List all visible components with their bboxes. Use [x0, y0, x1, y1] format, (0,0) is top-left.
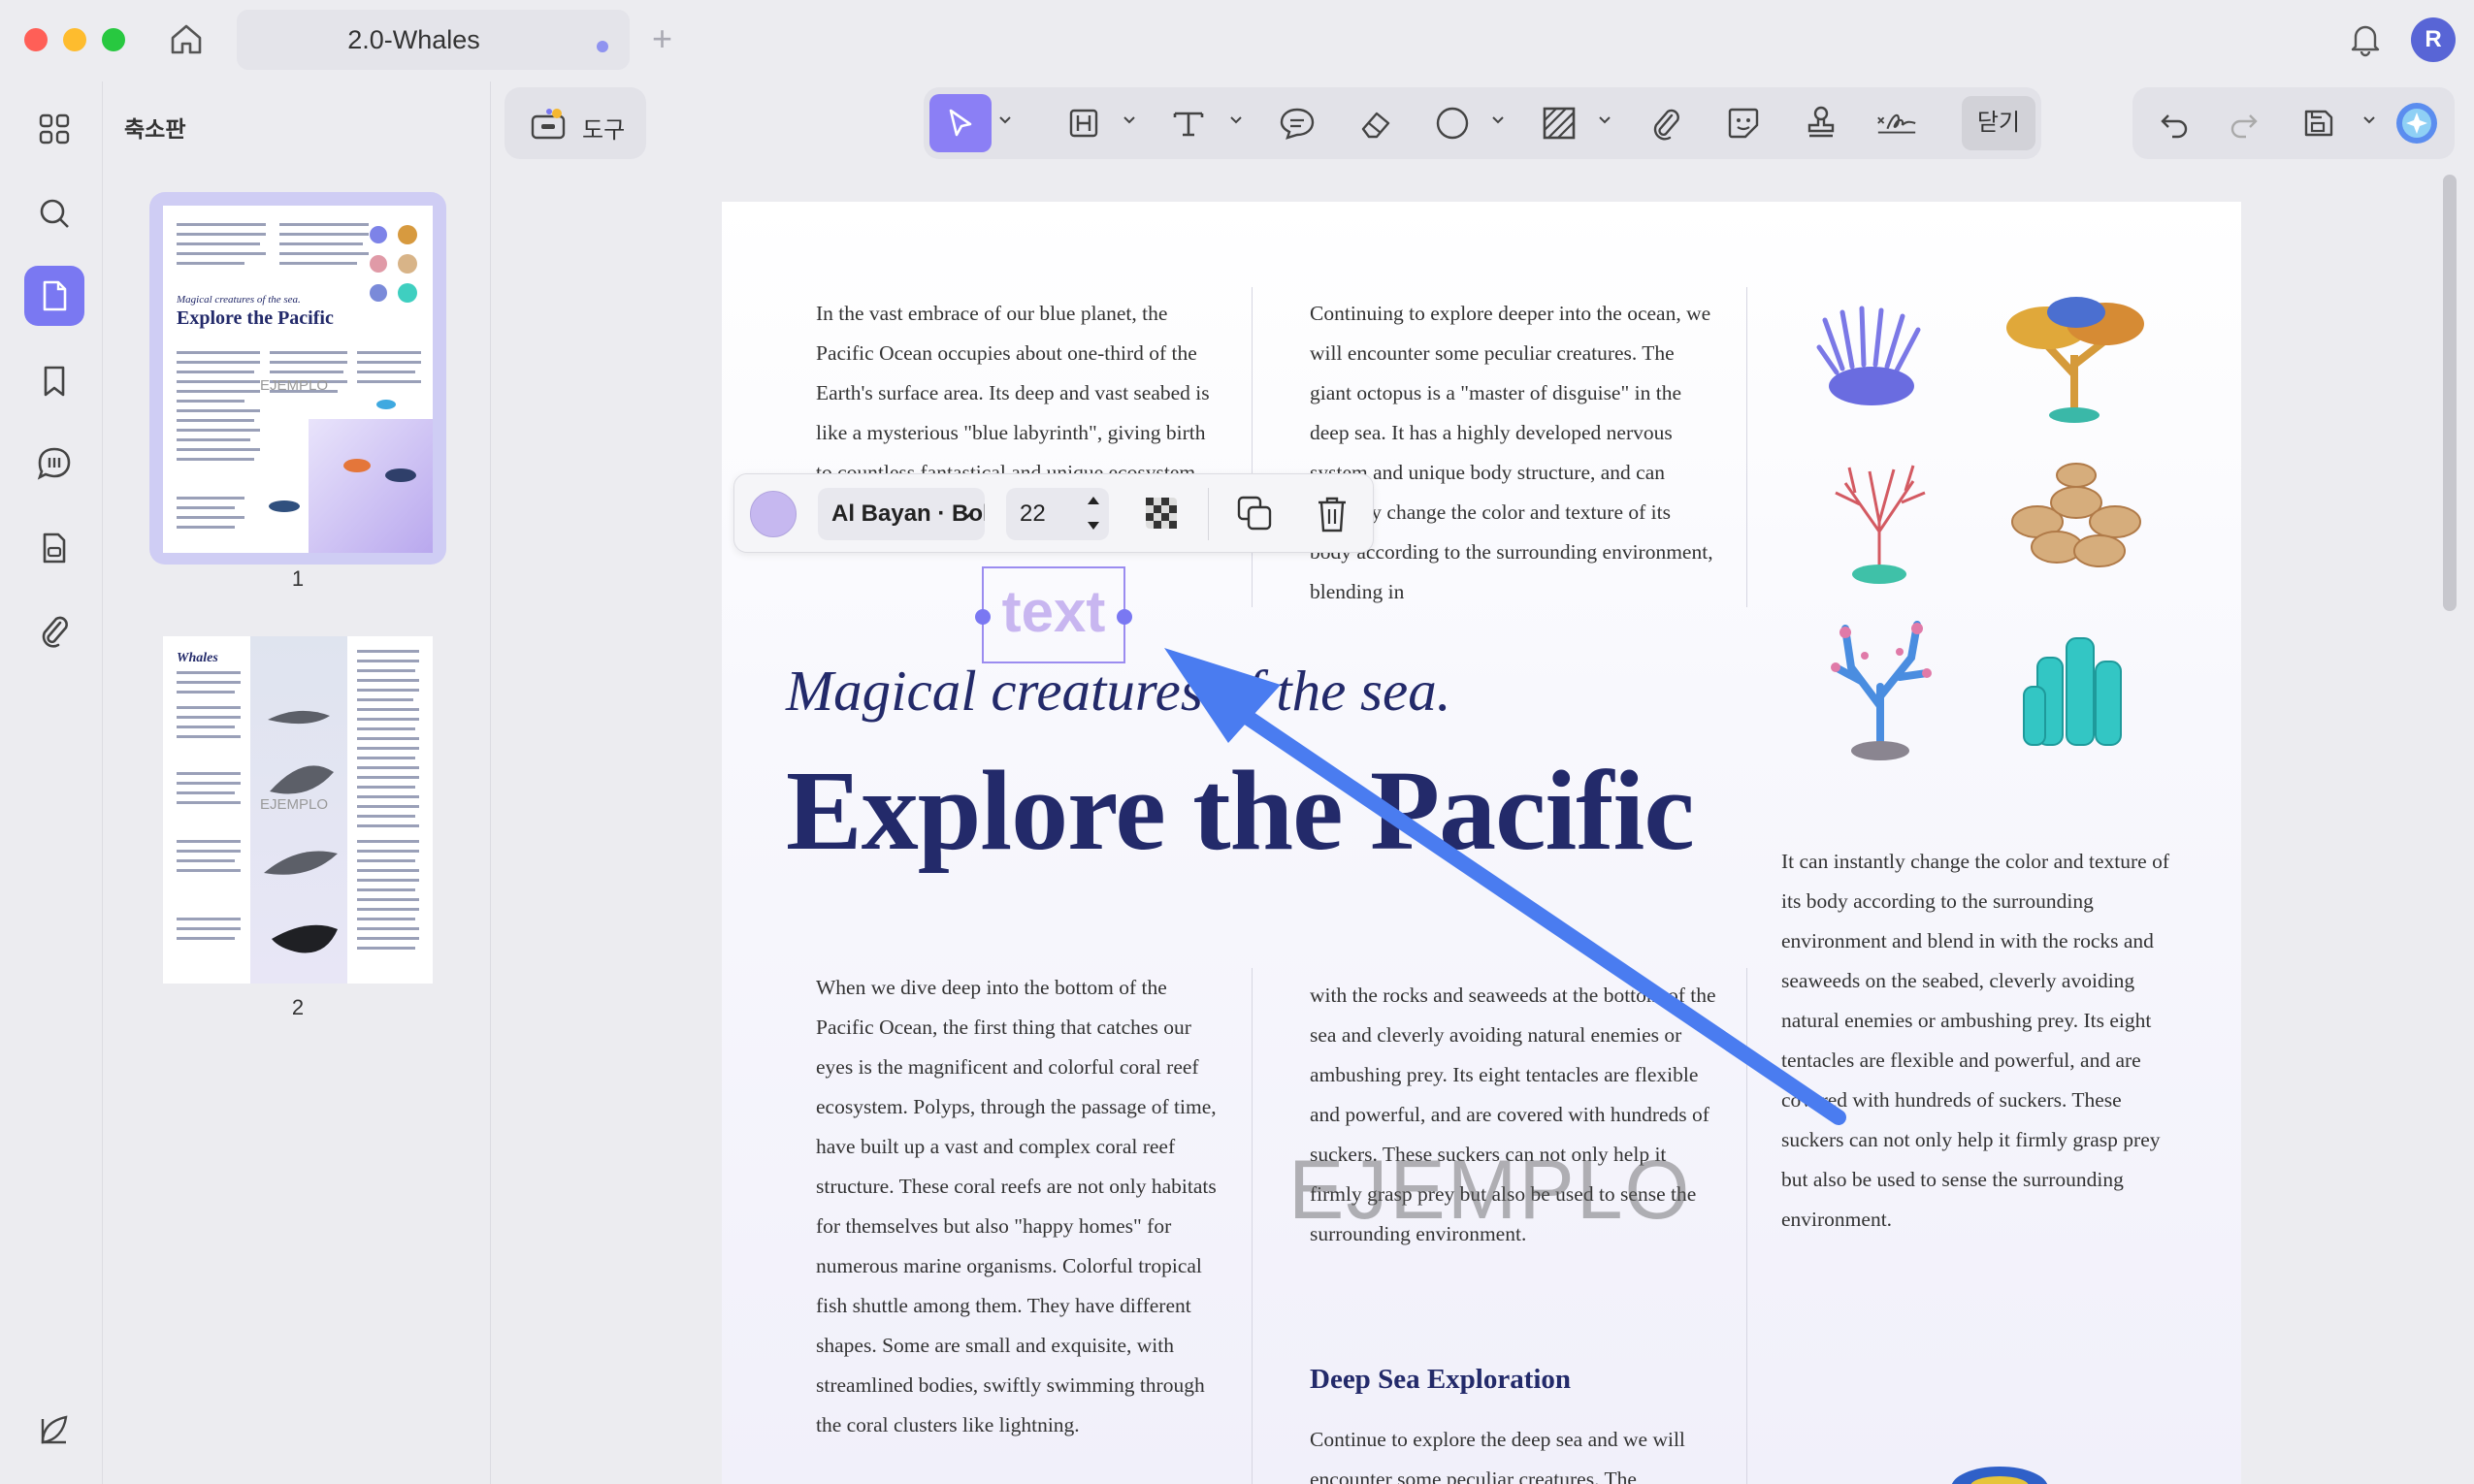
blue-pink-coral-image — [1831, 621, 1932, 760]
close-button[interactable]: 닫기 — [1962, 96, 2035, 150]
thumb1-watermark: EJEMPLO — [260, 377, 328, 394]
sticker-icon[interactable] — [1721, 101, 1766, 145]
column-divider — [1252, 968, 1253, 1484]
annotation-toolbar: 닫기 — [924, 87, 2041, 159]
signature-icon[interactable] — [1874, 101, 1919, 145]
history-toolbar — [2132, 87, 2455, 159]
pages-icon[interactable] — [24, 266, 84, 326]
chevron-down-icon[interactable] — [1490, 114, 1506, 126]
text-edit-toolbar: Al Bayan · Bold 22 — [733, 473, 1374, 553]
save-icon[interactable] — [2295, 101, 2340, 145]
pdf-page: In the vast embrace of our blue planet, … — [722, 202, 2241, 1484]
tools-label: 도구 — [582, 117, 626, 144]
stamp-icon[interactable] — [1799, 101, 1843, 145]
purple-anemone-image — [1816, 306, 1921, 405]
chevron-down-icon[interactable] — [1228, 114, 1244, 126]
toolbox-icon — [530, 107, 569, 142]
bell-icon[interactable] — [2346, 19, 2385, 58]
watermark: EJEMPLO — [1288, 1144, 1692, 1237]
window-minimize-button[interactable] — [63, 28, 86, 51]
column-divider — [1746, 968, 1747, 1484]
mushroom-coral-image — [2011, 463, 2141, 567]
column-3-text: It can instantly change the color and te… — [1781, 850, 2169, 1231]
left-rail — [0, 81, 103, 1484]
comment-icon[interactable] — [1275, 101, 1319, 145]
orange-tree-coral-image — [2006, 297, 2144, 423]
tab-title: 2.0-Whales — [347, 25, 480, 54]
window-close-button[interactable] — [24, 28, 48, 51]
page-number-1: 1 — [291, 566, 305, 591]
apps-icon[interactable] — [24, 99, 84, 159]
theme-icon[interactable] — [24, 1401, 84, 1461]
document-tab[interactable]: 2.0-Whales — [237, 10, 630, 70]
resize-handle-right[interactable] — [1117, 609, 1132, 625]
select-tool-button[interactable] — [929, 94, 992, 152]
teal-tube-coral-image — [2023, 637, 2122, 746]
resize-handle-left[interactable] — [975, 609, 991, 625]
stepper-down-icon[interactable] — [1086, 519, 1101, 532]
text-color-picker[interactable] — [750, 491, 797, 537]
paperclip-icon[interactable] — [1644, 101, 1688, 145]
unsaved-dot — [597, 41, 608, 52]
page-headline: Explore the Pacific — [786, 747, 1695, 874]
duplicate-icon[interactable] — [1235, 494, 1274, 532]
stepper-up-icon[interactable] — [1086, 494, 1101, 507]
selected-text-content: text — [1001, 579, 1106, 644]
title-bar: 2.0-Whales + R — [0, 0, 2474, 81]
section-heading: Deep Sea Exploration — [1310, 1364, 1572, 1395]
highlight-tool-button[interactable] — [1061, 101, 1106, 145]
home-icon[interactable] — [167, 19, 206, 58]
column-1-bottom-text: When we dive deep into the bottom of the… — [816, 976, 1217, 1436]
bookmark-icon[interactable] — [24, 351, 84, 411]
page-thumbnail-2[interactable]: Whales EJEMPLO — [163, 636, 433, 984]
window-maximize-button[interactable] — [102, 28, 125, 51]
undo-icon[interactable] — [2152, 101, 2197, 145]
shape-tool-button[interactable] — [1430, 101, 1475, 145]
thumb2-watermark: EJEMPLO — [260, 796, 328, 813]
chevron-down-icon[interactable] — [997, 114, 1013, 126]
chevron-down-icon[interactable] — [1122, 114, 1137, 126]
ai-assistant-icon[interactable] — [2394, 101, 2439, 145]
redo-icon[interactable] — [2222, 101, 2266, 145]
transparency-icon[interactable] — [1144, 496, 1179, 531]
toolbar-divider — [1208, 488, 1209, 540]
font-size-value: 22 — [1020, 500, 1046, 527]
page-subtitle: Magical creatures of the sea. — [786, 659, 1451, 723]
page-tools-icon[interactable] — [24, 518, 84, 578]
tools-button[interactable]: 도구 — [505, 87, 646, 159]
selected-text-box[interactable]: text — [975, 566, 1132, 663]
eraser-icon[interactable] — [1352, 101, 1397, 145]
column-divider — [1252, 287, 1253, 607]
panel-title: 축소판 — [124, 116, 186, 142]
column-divider — [1746, 287, 1747, 607]
new-tab-button[interactable]: + — [652, 21, 672, 56]
red-fan-coral-image — [1835, 465, 1926, 584]
page-thumbnail-1[interactable]: Magical creatures of the sea. Explore th… — [163, 206, 433, 553]
thumb1-subtitle: Magical creatures of the sea. — [176, 294, 301, 306]
thumb1-title: Explore the Pacific — [177, 307, 334, 329]
avatar[interactable]: R — [2411, 17, 2456, 62]
deep-section-text: Continue to explore the deep sea and we … — [1310, 1428, 1685, 1484]
comments-icon[interactable] — [24, 434, 84, 494]
text-tool-button[interactable] — [1166, 101, 1211, 145]
search-icon[interactable] — [24, 183, 84, 243]
vertical-scrollbar[interactable] — [2443, 175, 2457, 611]
attachment-icon[interactable] — [24, 600, 84, 661]
thumbnail-panel: 축소판 Magical creatures of the sea. Explor — [103, 81, 491, 1484]
fish-image — [1951, 1467, 2048, 1484]
thumb2-title: Whales — [177, 651, 218, 665]
area-fill-icon[interactable] — [1537, 101, 1581, 145]
chevron-down-icon[interactable] — [1597, 114, 1612, 126]
trash-icon[interactable] — [1313, 494, 1351, 534]
page-number-2: 2 — [291, 995, 305, 1019]
chevron-down-icon[interactable] — [2361, 114, 2377, 126]
chevron-down-icon[interactable] — [960, 509, 975, 521]
